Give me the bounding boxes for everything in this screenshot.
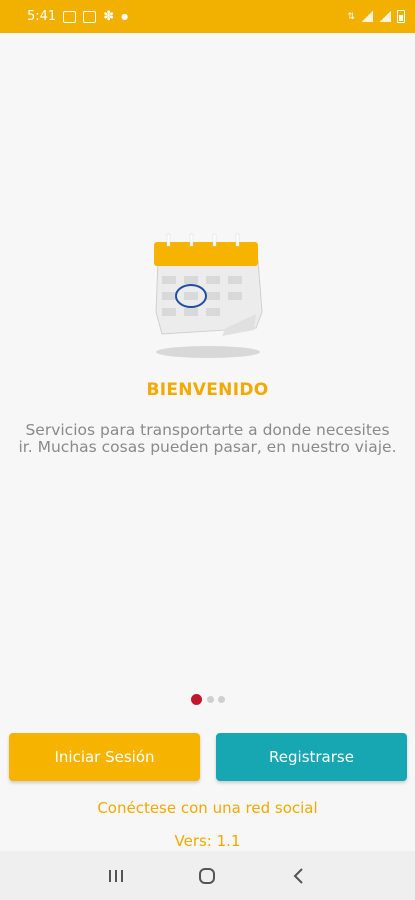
calendar-ring	[166, 233, 171, 247]
status-time: 5:41	[27, 9, 57, 24]
image-icon	[83, 10, 97, 23]
welcome-description: Servicios para transportarte a donde nec…	[18, 421, 397, 456]
version-label: Vers: 1.1	[174, 832, 241, 850]
system-nav-bar	[0, 851, 415, 900]
calendar-shadow	[156, 346, 260, 358]
calendar-icon	[154, 233, 263, 358]
login-button[interactable]: Iniciar Sesión	[9, 733, 200, 781]
calendar-ring	[212, 233, 217, 247]
page-dot[interactable]	[217, 696, 225, 703]
battery-icon	[397, 10, 405, 23]
sync-icon: ✽	[103, 9, 115, 24]
signal-icon	[361, 11, 373, 22]
page-dot-active[interactable]	[190, 694, 202, 705]
signal-icon	[379, 11, 391, 22]
lte-icon: ⇅	[347, 11, 355, 22]
dot-icon: ●	[121, 12, 129, 21]
social-login-link[interactable]: Conéctese con una red social	[0, 799, 415, 817]
status-bar: 5:41 ✽ ● ⇅	[0, 0, 415, 33]
page-dot[interactable]	[206, 696, 214, 703]
back-icon[interactable]	[284, 861, 314, 891]
register-button[interactable]: Registrarse	[216, 733, 407, 781]
calendar-ring	[189, 233, 194, 247]
recent-apps-icon[interactable]	[101, 861, 131, 891]
status-right: ⇅	[347, 10, 405, 23]
home-icon[interactable]	[192, 861, 222, 891]
status-left: 5:41 ✽ ●	[27, 9, 128, 24]
calendar-ring	[235, 233, 240, 247]
gallery-icon	[63, 10, 77, 23]
welcome-title: BIENVENIDO	[146, 380, 269, 400]
page-indicator	[0, 694, 415, 705]
